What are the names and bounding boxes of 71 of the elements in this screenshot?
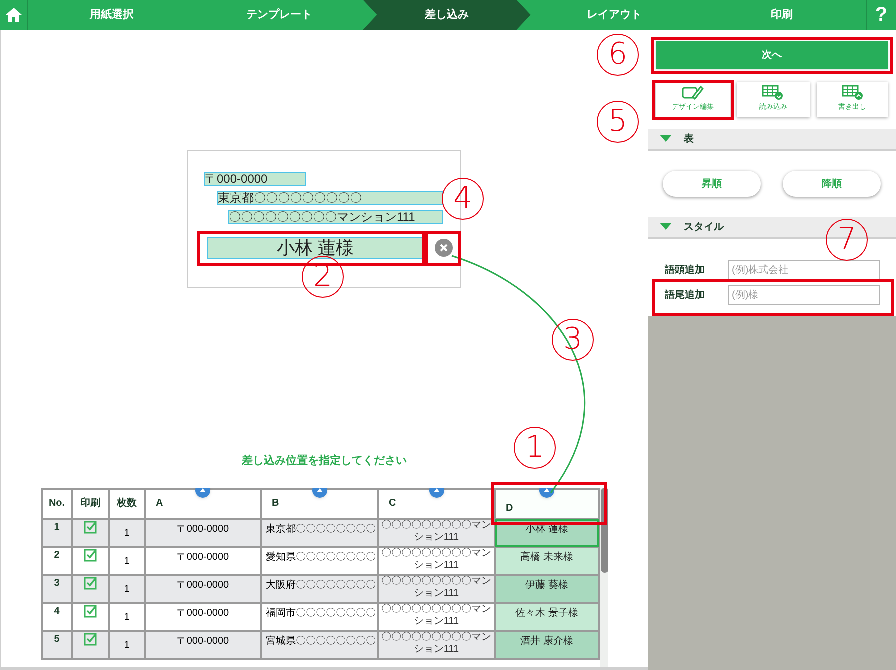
callout-number: 4 — [442, 178, 484, 220]
table-cell: 〇〇〇〇〇〇〇〇〇マンション111 — [378, 518, 495, 546]
close-icon — [440, 244, 448, 252]
home-icon — [4, 7, 22, 23]
callout-number: 5 — [597, 101, 639, 143]
table-cell: 〒000-0000 — [145, 630, 261, 658]
triangle-icon — [660, 223, 672, 231]
address-line-field[interactable]: 東京都〇〇〇〇〇〇〇〇〇 — [217, 191, 443, 205]
table-cell: 〇〇〇〇〇〇〇〇〇マンション111 — [378, 574, 495, 602]
table-cell: 1 — [109, 602, 145, 630]
caret-icon — [316, 488, 323, 492]
field-label: 語頭追加 — [665, 264, 706, 278]
table-cell: 〒000-0000 — [145, 546, 261, 574]
column-header: C — [378, 488, 495, 518]
column-header: B — [261, 488, 378, 518]
text-input-field[interactable]: (例)株式会社 — [728, 260, 880, 280]
table-cell[interactable]: 酒井 康介様 — [495, 630, 599, 658]
table-cell[interactable]: 伊藤 葵様 — [495, 574, 599, 602]
print-checkbox[interactable] — [84, 604, 98, 618]
row-number: 1 — [42, 518, 72, 546]
callout-number: 6 — [597, 34, 639, 76]
table-cell: 大阪府〇〇〇〇〇〇〇〇 — [261, 574, 378, 602]
pencil-icon — [682, 85, 704, 102]
address-line-field[interactable]: 〒000-0000 — [204, 172, 306, 186]
remove-button[interactable] — [435, 239, 453, 257]
table-cell: 東京都〇〇〇〇〇〇〇〇 — [261, 518, 378, 546]
caret-icon — [433, 488, 440, 492]
row-number: 5 — [42, 630, 72, 658]
table-cell: 〒000-0000 — [145, 574, 261, 602]
scroll-bar[interactable] — [600, 488, 608, 667]
callout-number: 1 — [514, 427, 556, 469]
print-checkbox[interactable] — [84, 548, 98, 562]
table-cell: 福岡市〇〇〇〇〇〇〇〇 — [261, 602, 378, 630]
row-number: 4 — [42, 602, 72, 630]
text-input-field[interactable]: (例)様 — [728, 285, 880, 305]
caret-icon — [544, 488, 550, 492]
table-cell: 〇〇〇〇〇〇〇〇〇マンション111 — [378, 602, 495, 630]
table-icon — [762, 85, 784, 102]
print-checkbox[interactable] — [84, 520, 98, 534]
table-cell: 〇〇〇〇〇〇〇〇〇マンション111 — [378, 546, 495, 574]
table-cell: 1 — [109, 574, 145, 602]
table-cell: 1 — [109, 518, 145, 546]
table-cell: 1 — [109, 546, 145, 574]
field-label: 語尾追加 — [665, 288, 706, 302]
table-cell: 〒000-0000 — [145, 518, 261, 546]
triangle-icon — [660, 135, 672, 143]
table-icon — [842, 85, 864, 102]
table-cell[interactable]: 高橋 未来様 — [495, 546, 599, 574]
table-cell: 〒000-0000 — [145, 602, 261, 630]
table-cell[interactable]: 佐々木 景子様 — [495, 602, 599, 630]
print-checkbox[interactable] — [84, 632, 98, 646]
step-tab[interactable]: 差し込み — [363, 0, 531, 30]
caret-icon — [200, 488, 206, 492]
instruction-text: 差し込み位置を指定してください — [240, 454, 408, 469]
column-header: 枚数 — [109, 488, 145, 518]
column-header: 印刷 — [72, 488, 109, 518]
name-field[interactable]: 小林 蓮様 — [207, 237, 424, 259]
callout-number: 7 — [826, 219, 868, 261]
column-header: No. — [42, 488, 72, 518]
print-checkbox[interactable] — [84, 576, 98, 590]
table-cell: 愛知県〇〇〇〇〇〇〇〇 — [261, 546, 378, 574]
table-cell: 宮城県〇〇〇〇〇〇〇〇 — [261, 630, 378, 658]
column-header: D — [495, 488, 599, 518]
table-cell: 〇〇〇〇〇〇〇〇〇マンション111 — [378, 630, 495, 658]
callout-number: 3 — [552, 319, 594, 361]
section-header[interactable]: 表 — [648, 129, 896, 151]
address-line-field[interactable]: 〇〇〇〇〇〇〇〇〇マンション111 — [228, 210, 443, 224]
row-number: 2 — [42, 546, 72, 574]
column-header: A — [145, 488, 261, 518]
table-cell: 1 — [109, 630, 145, 658]
row-number: 3 — [42, 574, 72, 602]
